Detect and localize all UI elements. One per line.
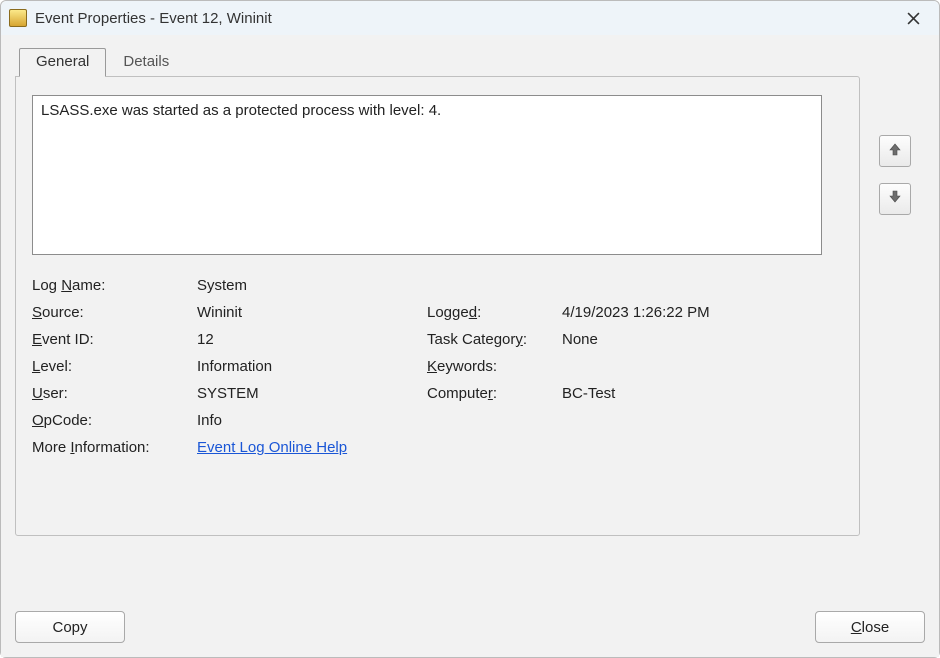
value-user: SYSTEM (197, 385, 427, 402)
value-computer: BC-Test (562, 385, 792, 402)
value-log-name: System (197, 277, 427, 294)
label-level: Level: (32, 358, 197, 375)
close-button[interactable]: Close (815, 611, 925, 643)
tab-panel-general: LSASS.exe was started as a protected pro… (15, 76, 860, 536)
label-keywords: Keywords: (427, 358, 562, 375)
previous-event-button[interactable] (879, 135, 911, 167)
label-task-category: Task Category: (427, 331, 562, 348)
value-event-id: 12 (197, 331, 427, 348)
label-opcode: OpCode: (32, 412, 197, 429)
arrow-up-icon (888, 142, 902, 160)
close-icon[interactable] (895, 4, 931, 32)
arrow-down-icon (888, 190, 902, 208)
label-user: User: (32, 385, 197, 402)
value-opcode: Info (197, 412, 427, 429)
event-description[interactable]: LSASS.exe was started as a protected pro… (32, 95, 822, 255)
label-event-id: Event ID: (32, 331, 197, 348)
window-title: Event Properties - Event 12, Wininit (35, 10, 895, 27)
event-fields: Log Name: System Source: Wininit Logged:… (32, 277, 843, 456)
dialog-footer: Copy Close (15, 611, 925, 643)
label-log-name: Log Name: (32, 277, 197, 294)
value-logged: 4/19/2023 1:26:22 PM (562, 304, 792, 321)
link-event-log-online-help[interactable]: Event Log Online Help (197, 439, 347, 456)
label-more-info: More Information: (32, 439, 197, 456)
label-source: Source: (32, 304, 197, 321)
title-bar: Event Properties - Event 12, Wininit (1, 1, 939, 36)
app-icon (9, 9, 27, 27)
label-computer: Computer: (427, 385, 562, 402)
tab-strip: General Details (19, 47, 925, 76)
value-task-category: None (562, 331, 792, 348)
value-level: Information (197, 358, 427, 375)
client-area: General Details LSASS.exe was started as… (1, 35, 939, 657)
tab-general[interactable]: General (19, 48, 106, 77)
copy-button[interactable]: Copy (15, 611, 125, 643)
label-logged: Logged: (427, 304, 562, 321)
value-source: Wininit (197, 304, 427, 321)
tab-details[interactable]: Details (106, 48, 186, 77)
next-event-button[interactable] (879, 183, 911, 215)
